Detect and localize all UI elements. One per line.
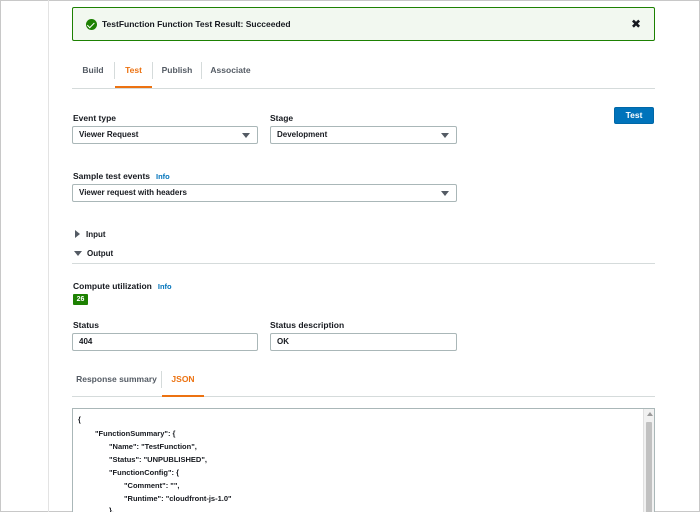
status-description-field: OK: [270, 333, 457, 351]
caret-down-icon: [441, 191, 449, 196]
function-tabs: Build Test Publish Associate: [72, 60, 655, 89]
event-type-select[interactable]: Viewer Request: [72, 126, 258, 144]
result-tabs: Response summary JSON: [72, 369, 655, 397]
json-output-editor[interactable]: { "FunctionSummary": { "Name": "TestFunc…: [72, 408, 655, 512]
caret-right-icon: [75, 230, 80, 238]
compute-utilization-label: Compute utilization Info: [73, 281, 172, 291]
json-line: "Comment": "",: [124, 481, 180, 490]
event-type-label: Event type: [73, 113, 116, 123]
banner-message: TestFunction Function Test Result: Succe…: [102, 19, 291, 29]
output-section-toggle[interactable]: Output: [74, 249, 113, 258]
test-button[interactable]: Test: [614, 107, 654, 124]
stage-select[interactable]: Development: [270, 126, 457, 144]
compute-info-link[interactable]: Info: [158, 282, 172, 291]
tab-publish[interactable]: Publish: [153, 60, 201, 88]
caret-down-icon: [242, 133, 250, 138]
status-description-label: Status description: [270, 320, 345, 330]
caret-down-icon: [74, 251, 82, 256]
input-section-toggle[interactable]: Input: [75, 230, 106, 239]
compute-utilization-badge: 26: [73, 294, 88, 305]
tab-test[interactable]: Test: [115, 60, 152, 88]
tab-build[interactable]: Build: [72, 60, 114, 88]
sample-events-select[interactable]: Viewer request with headers: [72, 184, 457, 202]
json-line: "FunctionConfig": {: [109, 468, 180, 477]
json-line: "Status": "UNPUBLISHED",: [109, 455, 207, 464]
compute-utilization-label-text: Compute utilization: [73, 281, 152, 291]
sidebar-divider: [48, 0, 49, 512]
stage-label: Stage: [270, 113, 294, 123]
event-type-value: Viewer Request: [79, 130, 139, 139]
sample-events-value: Viewer request with headers: [79, 188, 187, 197]
caret-down-icon: [441, 133, 449, 138]
close-icon[interactable]: ✖: [631, 17, 641, 31]
output-divider: [72, 263, 655, 264]
scroll-up-arrow-icon[interactable]: [646, 412, 653, 416]
scroll-thumb[interactable]: [646, 422, 652, 512]
sample-events-label-text: Sample test events: [73, 171, 151, 181]
check-circle-icon: [86, 19, 97, 30]
json-line: "Runtime": "cloudfront-js-1.0": [124, 494, 232, 503]
success-banner: TestFunction Function Test Result: Succe…: [72, 7, 655, 41]
stage-value: Development: [277, 130, 328, 139]
json-line: },: [109, 506, 115, 512]
json-scrollbar[interactable]: [643, 409, 654, 512]
sample-events-info-link[interactable]: Info: [156, 172, 170, 181]
input-section-label: Input: [86, 230, 106, 239]
json-line: "FunctionSummary": {: [95, 429, 176, 438]
sample-events-label: Sample test events Info: [73, 171, 170, 181]
json-line: "Name": "TestFunction",: [109, 442, 197, 451]
tab-associate[interactable]: Associate: [202, 60, 259, 88]
status-field: 404: [72, 333, 258, 351]
tab-response-summary[interactable]: Response summary: [72, 369, 161, 397]
json-line: {: [78, 415, 81, 424]
status-label: Status: [73, 320, 99, 330]
tab-json[interactable]: JSON: [162, 369, 204, 397]
output-section-label: Output: [87, 249, 114, 258]
